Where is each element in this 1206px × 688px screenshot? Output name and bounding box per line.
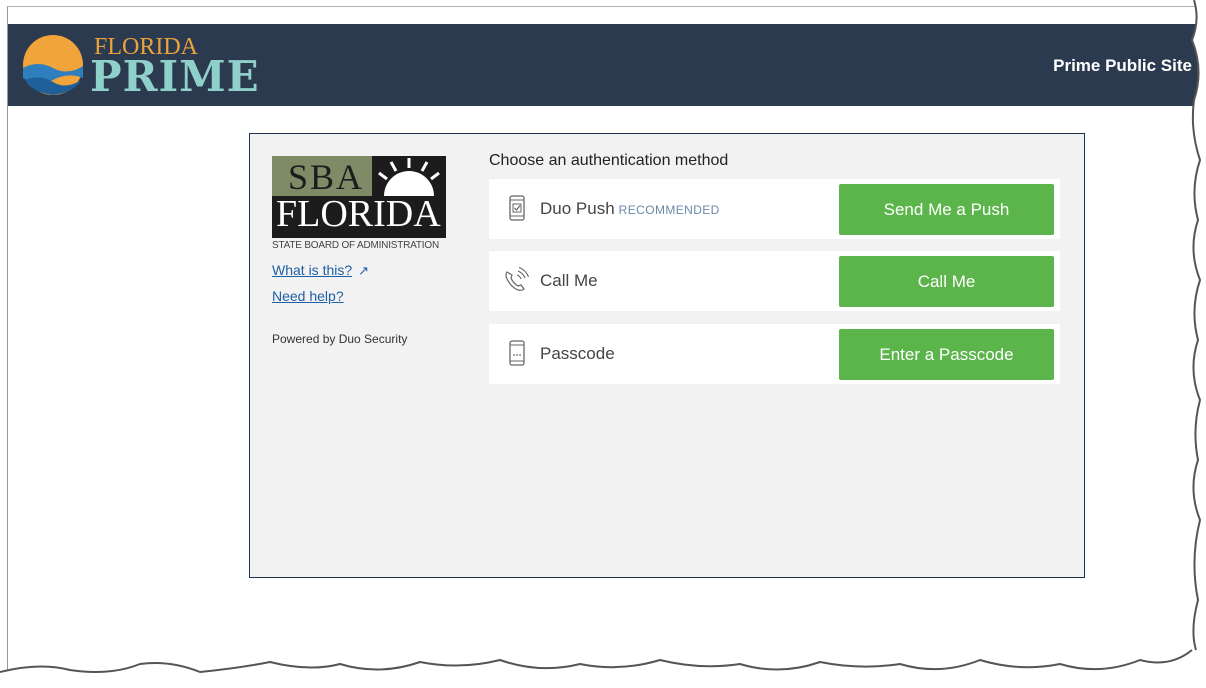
what-is-this-link[interactable]: What is this? ↗ bbox=[272, 262, 369, 279]
duo-auth-panel: SBA FLORIDA STATE BOARD OF ADMINISTRATIO… bbox=[249, 133, 1085, 578]
powered-by-text: Powered by Duo Security bbox=[272, 332, 408, 346]
sba-florida-logo: SBA FLORIDA bbox=[272, 156, 446, 238]
passcode-device-icon bbox=[509, 340, 525, 366]
method-row-duo-push: Duo Push RECOMMENDED Send Me a Push bbox=[489, 179, 1060, 239]
logo-prime-text: PRIME bbox=[90, 52, 260, 101]
prime-public-site-link[interactable]: Prime Public Site bbox=[1053, 56, 1192, 76]
auth-method-title: Choose an authentication method bbox=[489, 152, 729, 169]
phone-ring-icon bbox=[505, 267, 529, 291]
call-me-button[interactable]: Call Me bbox=[839, 256, 1054, 307]
method-label: Duo Push RECOMMENDED bbox=[540, 199, 720, 218]
sunburst-icon bbox=[378, 158, 440, 196]
method-label: Call Me bbox=[540, 271, 598, 290]
method-label: Passcode bbox=[540, 344, 615, 363]
sun-wave-icon bbox=[23, 35, 83, 95]
external-link-icon: ↗ bbox=[358, 263, 370, 278]
method-row-passcode: Passcode Enter a Passcode bbox=[489, 324, 1060, 384]
need-help-link[interactable]: Need help? bbox=[272, 288, 344, 304]
phone-check-icon bbox=[509, 195, 525, 221]
site-header: FLORIDA PRIME Prime Public Site bbox=[8, 24, 1204, 106]
florida-prime-logo[interactable]: FLORIDA PRIME bbox=[20, 30, 260, 101]
method-row-call-me: Call Me Call Me bbox=[489, 251, 1060, 311]
recommended-badge: RECOMMENDED bbox=[618, 203, 720, 217]
send-push-button[interactable]: Send Me a Push bbox=[839, 184, 1054, 235]
logo-florida-text: FLORIDA bbox=[276, 193, 441, 235]
enter-passcode-button[interactable]: Enter a Passcode bbox=[839, 329, 1054, 380]
logo-subtitle: STATE BOARD OF ADMINISTRATION bbox=[272, 240, 439, 251]
logo-sba-text: SBA bbox=[288, 157, 365, 197]
